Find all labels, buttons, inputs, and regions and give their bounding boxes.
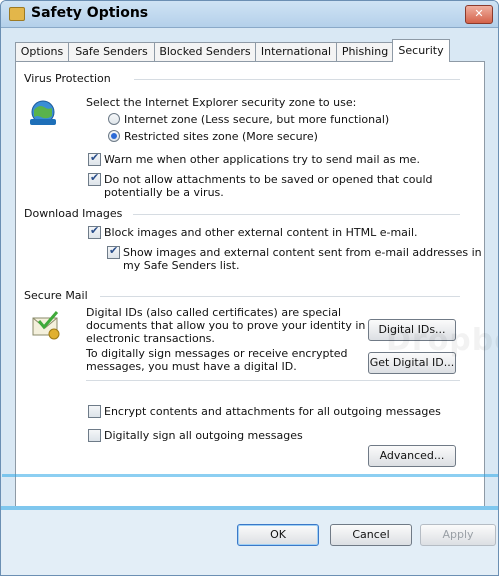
- show-safe-senders-checkbox[interactable]: [107, 244, 120, 259]
- security-tab-panel: Virus Protection Select the Internet Exp…: [2, 61, 498, 508]
- cancel-button[interactable]: Cancel: [330, 524, 412, 546]
- secure-mail-heading: Secure Mail: [24, 289, 88, 302]
- sign-desc-line1: To digitally sign messages or receive en…: [86, 347, 348, 360]
- divider: [100, 296, 460, 297]
- decorative-stripe: [2, 474, 498, 477]
- divider: [134, 79, 460, 80]
- no-attachments-label-line1[interactable]: Do not allow attachments to be saved or …: [104, 173, 433, 186]
- watermark-text: Dropbook: [386, 323, 498, 358]
- sign-all-checkbox[interactable]: [88, 429, 101, 442]
- certificate-icon: [32, 311, 60, 340]
- warn-send-checkbox[interactable]: [88, 151, 101, 166]
- digital-ids-desc-line2: documents that allow you to prove your i…: [86, 319, 366, 332]
- zone-prompt-label: Select the Internet Explorer security zo…: [86, 96, 357, 109]
- footer-bar: OK Cancel Apply: [1, 506, 498, 575]
- advanced-button[interactable]: Advanced...: [368, 445, 456, 467]
- tab-security[interactable]: Security: [392, 39, 450, 62]
- apply-button[interactable]: Apply: [420, 524, 496, 546]
- divider: [86, 380, 460, 381]
- envelope-icon: [9, 7, 25, 21]
- restricted-zone-radio[interactable]: [108, 130, 120, 142]
- internet-zone-radio[interactable]: [108, 113, 120, 125]
- safety-options-dialog: Safety Options ✕ Options Safe Senders Bl…: [0, 0, 499, 576]
- encrypt-all-label[interactable]: Encrypt contents and attachments for all…: [104, 405, 441, 418]
- tab-international[interactable]: International: [255, 42, 337, 61]
- restricted-zone-label[interactable]: Restricted sites zone (More secure): [124, 130, 318, 143]
- tab-options[interactable]: Options: [15, 42, 69, 61]
- decorative-stripe: [1, 506, 498, 510]
- digital-ids-desc-line3: electronic transactions.: [86, 332, 215, 345]
- divider: [133, 214, 460, 215]
- warn-send-label[interactable]: Warn me when other applications try to s…: [104, 153, 420, 166]
- internet-zone-label[interactable]: Internet zone (Less secure, but more fun…: [124, 113, 389, 126]
- block-images-checkbox[interactable]: [88, 224, 101, 239]
- close-button[interactable]: ✕: [465, 5, 493, 24]
- show-safe-senders-label-line1[interactable]: Show images and external content sent fr…: [123, 246, 482, 259]
- globe-shield-icon: [30, 100, 56, 125]
- digital-ids-desc-line1: Digital IDs (also called certificates) a…: [86, 306, 341, 319]
- show-safe-senders-label-line2[interactable]: my Safe Senders list.: [123, 259, 239, 272]
- encrypt-all-checkbox[interactable]: [88, 405, 101, 418]
- tab-blocked-senders[interactable]: Blocked Senders: [154, 42, 256, 61]
- no-attachments-checkbox[interactable]: [88, 171, 101, 186]
- download-images-heading: Download Images: [24, 207, 123, 220]
- title-bar: Safety Options ✕: [1, 1, 498, 28]
- no-attachments-label-line2[interactable]: potentially be a virus.: [104, 186, 224, 199]
- tab-safe-senders[interactable]: Safe Senders: [68, 42, 155, 61]
- window-title: Safety Options: [31, 5, 149, 21]
- sign-desc-line2: messages, you must have a digital ID.: [86, 360, 297, 373]
- virus-protection-heading: Virus Protection: [24, 72, 111, 85]
- ok-button[interactable]: OK: [237, 524, 319, 546]
- sign-all-label[interactable]: Digitally sign all outgoing messages: [104, 429, 303, 442]
- block-images-label[interactable]: Block images and other external content …: [104, 226, 418, 239]
- tab-phishing[interactable]: Phishing: [336, 42, 394, 61]
